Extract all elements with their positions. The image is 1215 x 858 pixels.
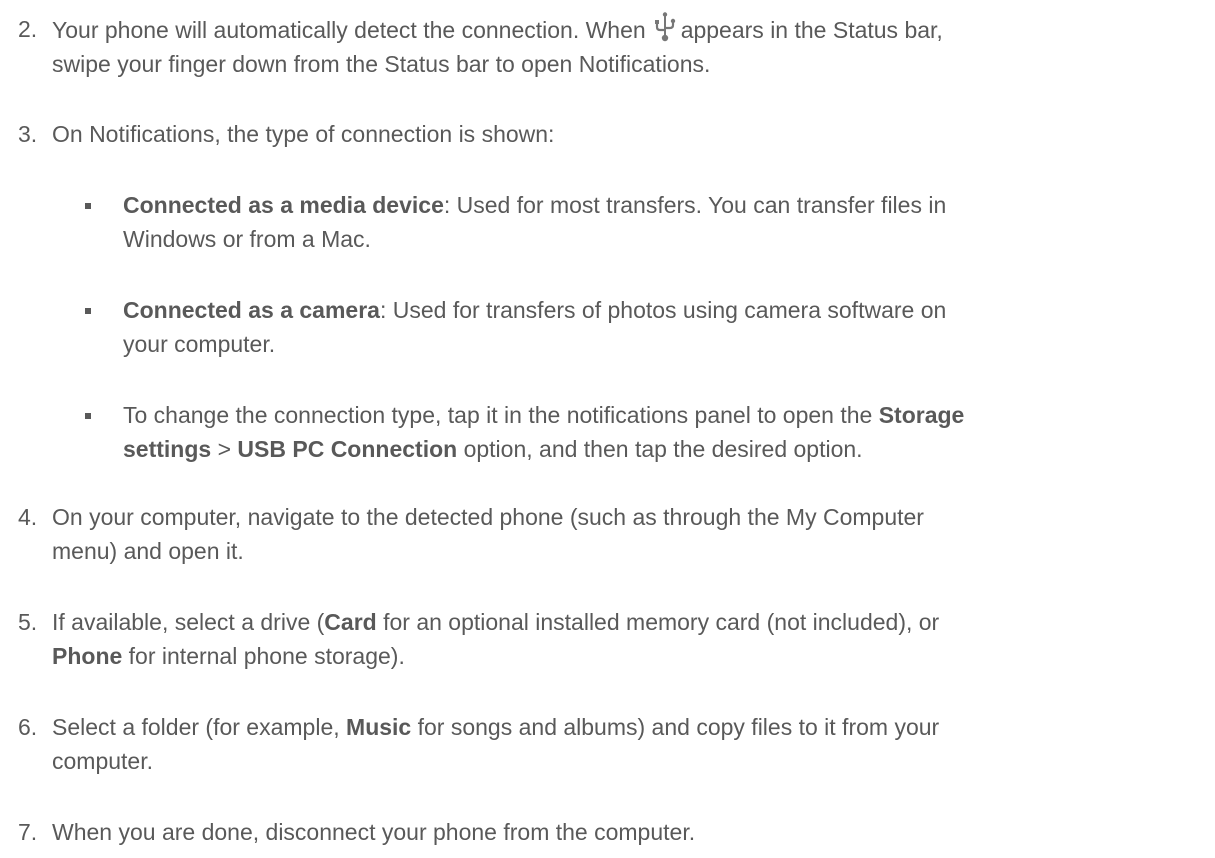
- step-text: On Notifications, the type of connection…: [52, 121, 555, 147]
- step-number: 7.: [18, 819, 38, 845]
- step-number: 2.: [18, 16, 38, 42]
- bullet-text: To change the connection type, tap it in…: [123, 402, 965, 462]
- step-number: 6.: [18, 714, 38, 740]
- step-number: 4.: [18, 504, 38, 530]
- step-text: When you are done, disconnect your phone…: [52, 819, 696, 845]
- step-text: On your computer, navigate to the detect…: [52, 504, 924, 564]
- step-line: swipe your finger down from the Status b…: [52, 51, 711, 77]
- step-text: If available, select a drive (Card for a…: [52, 609, 940, 669]
- bullet-marker: [85, 203, 91, 209]
- step-number: 3.: [18, 121, 38, 147]
- bullet-text: Connected as a media device: Used for mo…: [123, 192, 947, 252]
- bullet-marker: [85, 308, 91, 314]
- step-number: 5.: [18, 609, 38, 635]
- usb-icon: [654, 12, 676, 42]
- bullet-text: Connected as a camera: Used for transfer…: [123, 297, 947, 357]
- step-text: Your phone will automatically detect the…: [52, 12, 1202, 81]
- bullet-marker: [85, 413, 91, 419]
- step-line: Your phone will automatically detect the…: [52, 12, 1202, 47]
- step-text: Select a folder (for example, Music for …: [52, 714, 940, 774]
